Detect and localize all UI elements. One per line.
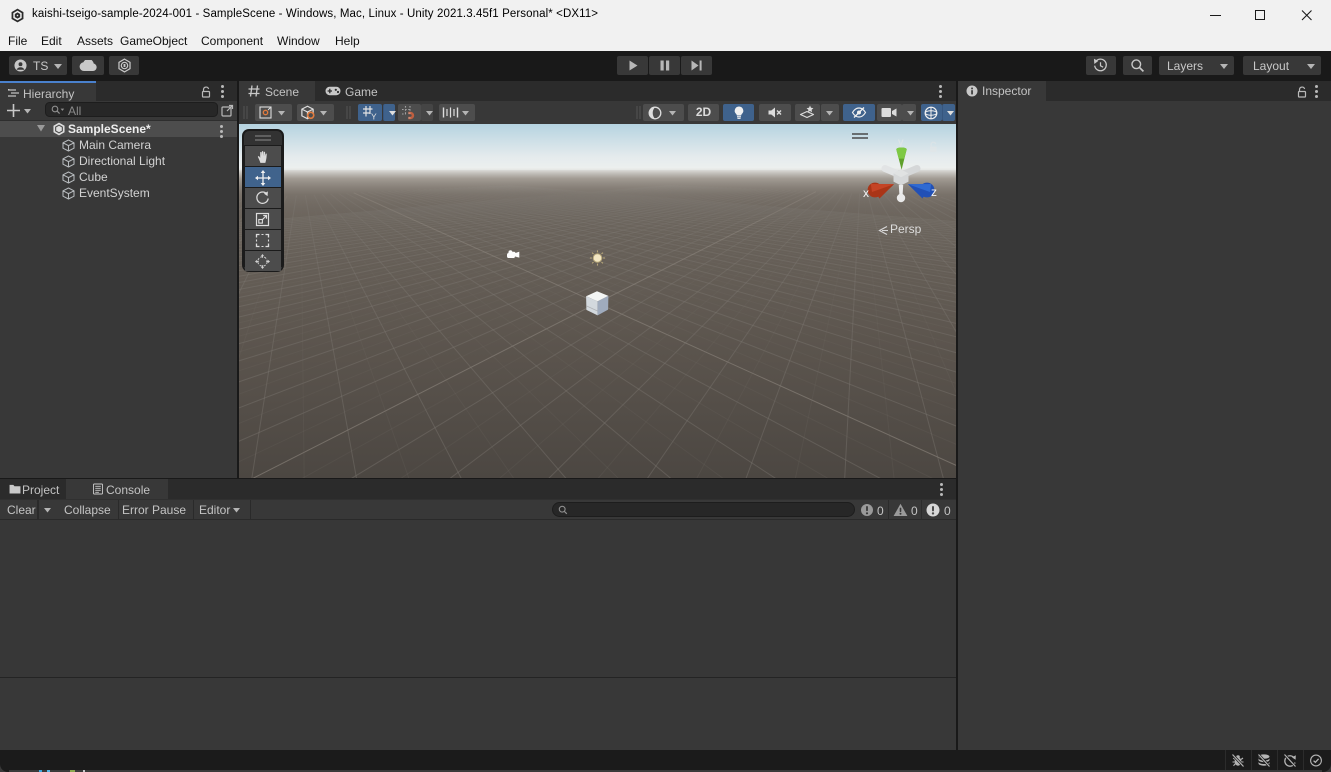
svg-text:x: x <box>863 186 869 200</box>
svg-text:y: y <box>898 137 904 149</box>
svg-text:z: z <box>931 185 937 199</box>
svg-text:Y: Y <box>371 112 377 121</box>
